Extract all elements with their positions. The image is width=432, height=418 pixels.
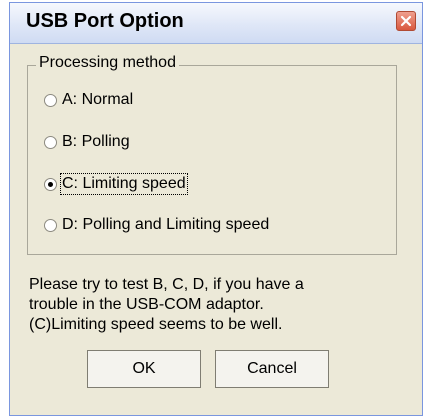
radio-label: C: Limiting speed <box>60 173 188 195</box>
message-line: (C)Limiting speed seems to be well. <box>29 316 283 333</box>
message-line: trouble in the USB-COM adaptor. <box>29 296 264 313</box>
dialog-title: USB Port Option <box>26 10 184 32</box>
cancel-button[interactable]: Cancel <box>215 350 329 388</box>
radio-label: B: Polling <box>62 133 130 150</box>
ok-button[interactable]: OK <box>87 350 201 388</box>
radio-label: D: Polling and Limiting speed <box>62 216 270 233</box>
radio-button[interactable] <box>44 135 57 149</box>
close-button[interactable] <box>396 11 416 31</box>
help-message: Please try to test B, C, D, if you have … <box>29 275 389 335</box>
close-icon <box>400 15 412 27</box>
radio-option-c[interactable]: C: Limiting speed <box>44 173 188 195</box>
title-bar[interactable]: USB Port Option <box>10 3 422 44</box>
group-label: Processing method <box>36 54 179 72</box>
radio-option-a[interactable]: A: Normal <box>44 91 133 109</box>
radio-option-b[interactable]: B: Polling <box>44 133 130 151</box>
message-line: Please try to test B, C, D, if you have … <box>29 276 304 293</box>
radio-button[interactable] <box>44 218 57 232</box>
radio-button-selected[interactable] <box>44 177 57 191</box>
radio-option-d[interactable]: D: Polling and Limiting speed <box>44 216 269 234</box>
radio-label: A: Normal <box>62 91 134 108</box>
radio-button[interactable] <box>44 93 57 107</box>
